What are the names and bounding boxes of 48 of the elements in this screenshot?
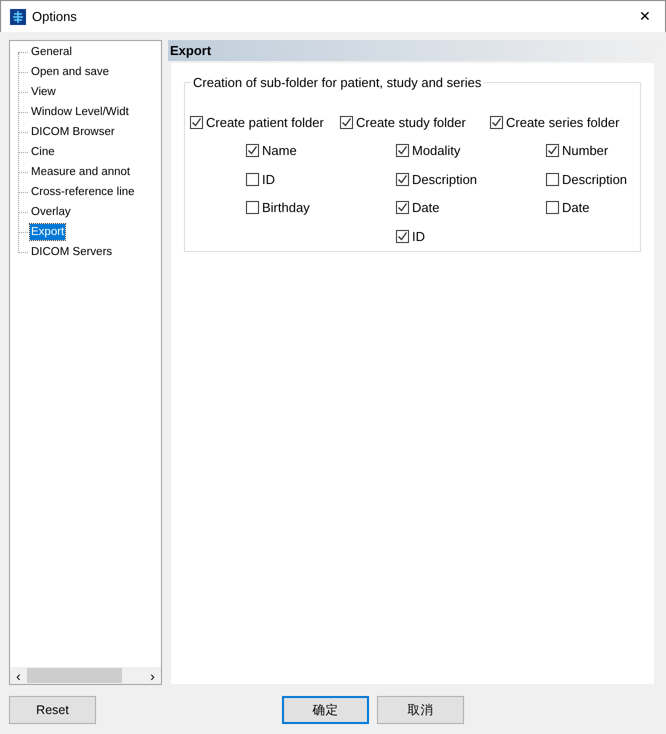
checkbox-label[interactable]: Create study folder [356,112,466,132]
checkbox-label[interactable]: Create series folder [506,112,620,132]
checkbox-label[interactable]: Date [412,198,440,218]
horizontal-scrollbar[interactable]: ‹ › [10,667,161,684]
checkbox[interactable] [546,201,559,214]
checkbox[interactable] [490,116,503,129]
tree-item[interactable]: Export [30,224,66,240]
scrollbar-thumb[interactable] [27,668,122,683]
tree-item[interactable]: Window Level/Widt [30,104,130,120]
checkbox-label[interactable]: Create patient folder [206,112,324,132]
checkbox-label[interactable]: Number [562,141,608,160]
checkbox-label[interactable]: Modality [412,141,460,160]
checkbox[interactable] [396,172,409,186]
checkbox-label[interactable]: Birthday [262,198,310,218]
checkbox-label[interactable]: Description [412,170,478,189]
checkbox[interactable] [190,116,203,129]
checkbox[interactable] [340,116,353,129]
tree-item[interactable]: View [30,84,57,100]
dialog-button[interactable]: 确定 [282,696,369,724]
tree-item[interactable]: Cross-reference line [30,184,136,200]
checkbox-label[interactable]: Name [262,141,297,160]
checkbox[interactable] [246,201,259,214]
checkbox[interactable] [396,230,409,243]
tree-item[interactable]: Cine [30,144,56,160]
checkbox[interactable] [246,172,259,186]
checkbox-label[interactable]: Date [562,198,590,218]
checkbox[interactable] [396,201,409,214]
checkbox-label[interactable]: Description [562,170,628,189]
dialog-button[interactable]: 取消 [377,696,464,724]
scroll-left-button[interactable]: ‹ [10,668,27,682]
checkbox-label[interactable]: ID [412,226,425,246]
tree-item[interactable]: Measure and annot [30,164,132,180]
dialog-button[interactable]: Reset [9,696,96,724]
tree-item[interactable]: DICOM Browser [30,124,116,140]
checkbox[interactable] [246,144,259,158]
tree-item[interactable]: General [30,44,73,60]
close-button[interactable]: ✕ [625,6,665,27]
checkbox-label[interactable]: ID [262,170,275,189]
tree-item[interactable]: Open and save [30,64,110,80]
tree-item[interactable]: DICOM Servers [30,244,114,260]
scroll-right-button[interactable]: › [144,668,161,682]
checkbox[interactable] [546,144,559,158]
checkbox[interactable] [546,172,559,186]
tree-item[interactable]: Overlay [30,204,72,220]
checkbox[interactable] [396,144,409,158]
window-title: Options [32,8,78,26]
app-icon [10,8,26,24]
group-legend: Creation of sub-folder for patient, study and series [191,75,484,90]
